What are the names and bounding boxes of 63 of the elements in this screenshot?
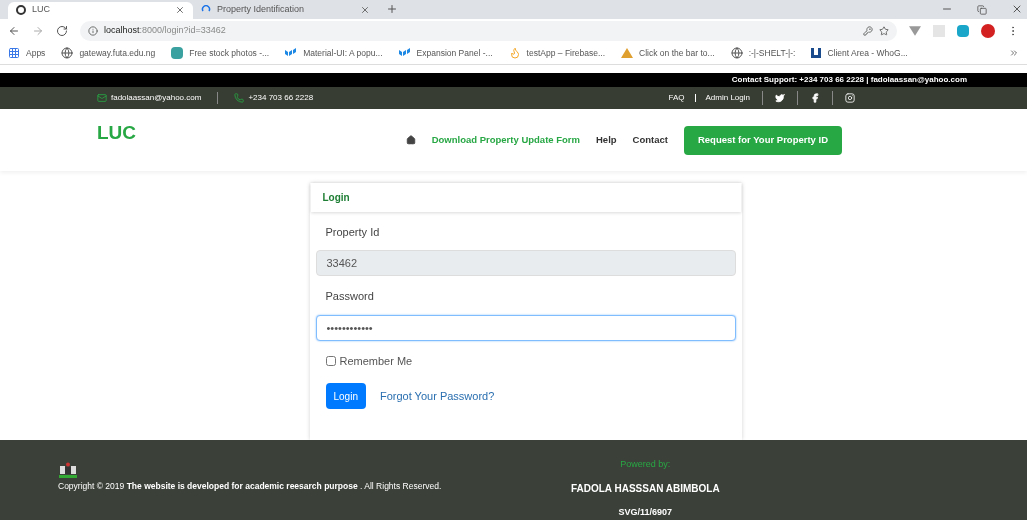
- tent-icon: [621, 48, 634, 59]
- logo-icon: [285, 48, 298, 59]
- browser-tab[interactable]: Property Identification: [193, 1, 378, 19]
- close-icon[interactable]: [175, 5, 185, 16]
- bookmark-item[interactable]: Free stock photos -...: [171, 46, 270, 60]
- logo-icon: [398, 48, 411, 59]
- reload-icon[interactable]: [56, 24, 68, 37]
- globe-icon: [61, 47, 74, 60]
- twitter-icon[interactable]: [775, 93, 785, 104]
- flame-icon: [508, 47, 521, 60]
- field-label: Password: [324, 289, 375, 305]
- bookmark-item[interactable]: Client Area - WhoG...: [811, 46, 908, 60]
- powered-by-label: Powered by:: [620, 458, 671, 471]
- bookmark-item[interactable]: gateway.futa.edu.ng: [61, 46, 156, 60]
- extension-icon[interactable]: [957, 24, 969, 37]
- mail-icon: [97, 93, 107, 104]
- site-icon: [16, 5, 26, 16]
- extension-icon[interactable]: [909, 24, 921, 37]
- tab-title: LUC: [32, 3, 51, 17]
- tab-title: Property Identification: [217, 3, 306, 17]
- coat-of-arms-icon: [58, 462, 78, 478]
- support-text: Contact Support: +234 703 66 2228 | fadolaassan@yahoo.com: [731, 74, 967, 87]
- bookmark-item[interactable]: Expansion Panel -...: [398, 46, 493, 60]
- info-icon: [88, 25, 98, 36]
- new-tab-icon[interactable]: [386, 2, 398, 15]
- more-bookmarks-icon[interactable]: [1009, 48, 1019, 59]
- forgot-password-link[interactable]: Forgot Your Password?: [379, 388, 495, 405]
- globe-icon: [730, 47, 743, 60]
- input-field[interactable]: ••••••••••••: [315, 315, 736, 341]
- email-text: fadolaassan@yahoo.com: [111, 92, 202, 105]
- url-text: localhost:8000/login?id=33462: [104, 24, 226, 37]
- top-link[interactable]: FAQ: [668, 92, 685, 105]
- browser-tab[interactable]: LUC: [8, 1, 193, 19]
- star-icon[interactable]: [879, 25, 889, 36]
- nav-link[interactable]: Contact: [632, 133, 668, 148]
- login-button[interactable]: Login: [325, 383, 366, 410]
- author-name: FADOLA HASSSAN ABIMBOLA: [570, 482, 720, 497]
- checkbox-label: Remember Me: [339, 354, 413, 369]
- key-icon[interactable]: [863, 25, 873, 36]
- back-icon[interactable]: [8, 24, 20, 37]
- bookmark-item[interactable]: Click on the bar to...: [621, 46, 715, 60]
- profile-avatar[interactable]: [981, 23, 995, 38]
- home-icon[interactable]: [405, 135, 416, 146]
- restore-icon[interactable]: [977, 4, 987, 15]
- phone-text: +234 703 66 2228: [248, 92, 314, 105]
- facebook-icon[interactable]: [810, 93, 820, 104]
- address-bar[interactable]: localhost:8000/login?id=33462: [80, 20, 897, 41]
- phone-icon: [234, 93, 245, 104]
- instagram-icon[interactable]: [845, 93, 855, 104]
- author-id: SVG/11/6907: [618, 506, 673, 520]
- bookmark-item[interactable]: Apps: [8, 46, 46, 60]
- apps-icon: [8, 47, 20, 60]
- close-icon[interactable]: [360, 5, 370, 16]
- logo-icon: [811, 48, 822, 59]
- bookmark-item[interactable]: Material-UI: A popu...: [285, 46, 383, 60]
- copyright-text: Copyright © 2019 The website is developed for academic reesarch purpose . All Rights Reserved.: [58, 480, 442, 493]
- nav-link[interactable]: Help: [596, 133, 617, 148]
- card-title: Login: [322, 191, 350, 205]
- top-link[interactable]: Admin Login: [705, 92, 750, 105]
- field-label: Property Id: [324, 225, 381, 240]
- remember-checkbox[interactable]: [325, 356, 336, 367]
- bookmark-item[interactable]: testApp – Firebase...: [508, 46, 606, 60]
- bookmark-item[interactable]: :-|-SHELT-|-:: [730, 46, 796, 60]
